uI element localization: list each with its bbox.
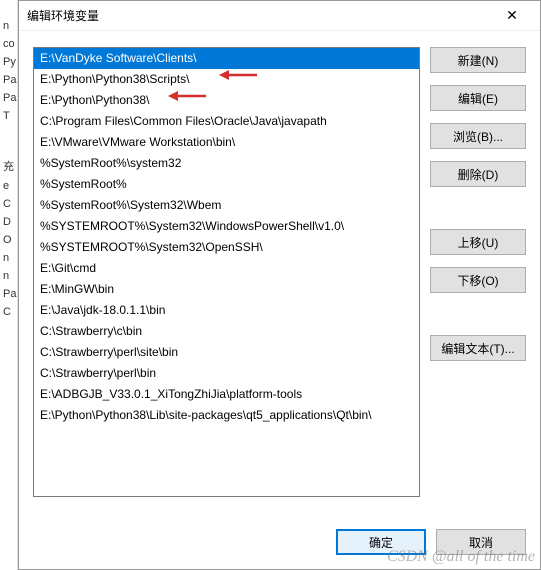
list-item[interactable]: E:\Java\jdk-18.0.1.1\bin xyxy=(34,300,419,321)
list-item[interactable]: %SystemRoot%\system32 xyxy=(34,153,419,174)
bg-label-fragment: co xyxy=(0,38,17,50)
bg-label-fragment: Pa xyxy=(0,74,17,86)
list-item[interactable]: C:\Strawberry\c\bin xyxy=(34,321,419,342)
list-item[interactable]: E:\Python\Python38\ xyxy=(34,90,419,111)
list-item[interactable]: E:\Python\Python38\Scripts\ xyxy=(34,69,419,90)
button-column: 新建(N) 编辑(E) 浏览(B)... 删除(D) 上移(U) 下移(O) 编… xyxy=(430,47,526,515)
close-icon[interactable]: ✕ xyxy=(492,2,532,30)
annotation-arrow-icon xyxy=(219,69,259,84)
list-item[interactable]: E:\Python\Python38\Lib\site-packages\qt5… xyxy=(34,405,419,426)
bg-label-fragment: C xyxy=(0,198,17,210)
bg-label-fragment: C xyxy=(0,306,17,318)
move-down-button[interactable]: 下移(O) xyxy=(430,267,526,293)
delete-button[interactable]: 删除(D) xyxy=(430,161,526,187)
list-item[interactable]: C:\Strawberry\perl\bin xyxy=(34,363,419,384)
bg-label-fragment: T xyxy=(0,110,17,122)
background-window-strip: ncoPyPaPaT充eCDOnnPaC xyxy=(0,0,18,570)
cancel-button[interactable]: 取消 xyxy=(436,529,526,555)
list-item[interactable]: %SystemRoot% xyxy=(34,174,419,195)
new-button[interactable]: 新建(N) xyxy=(430,47,526,73)
edit-text-button[interactable]: 编辑文本(T)... xyxy=(430,335,526,361)
bg-label-fragment: n xyxy=(0,252,17,264)
list-item[interactable]: E:\VMware\VMware Workstation\bin\ xyxy=(34,132,419,153)
list-item[interactable]: %SYSTEMROOT%\System32\WindowsPowerShell\… xyxy=(34,216,419,237)
bg-label-fragment: e xyxy=(0,180,17,192)
window-title: 编辑环境变量 xyxy=(27,7,492,24)
bg-label-fragment: D xyxy=(0,216,17,228)
list-item[interactable]: C:\Program Files\Common Files\Oracle\Jav… xyxy=(34,111,419,132)
ok-button[interactable]: 确定 xyxy=(336,529,426,555)
edit-env-dialog: 编辑环境变量 ✕ E:\VanDyke Software\Clients\E:\… xyxy=(18,0,541,570)
bg-label-fragment: n xyxy=(0,270,17,282)
dialog-footer: 确定 取消 xyxy=(19,519,540,569)
bg-label-fragment: 充 xyxy=(0,158,17,174)
bg-label-fragment: O xyxy=(0,234,17,246)
bg-label-fragment: Pa xyxy=(0,288,17,300)
titlebar: 编辑环境变量 ✕ xyxy=(19,1,540,31)
list-item[interactable]: %SYSTEMROOT%\System32\OpenSSH\ xyxy=(34,237,419,258)
move-up-button[interactable]: 上移(U) xyxy=(430,229,526,255)
list-item[interactable]: E:\VanDyke Software\Clients\ xyxy=(34,48,419,69)
list-item[interactable]: C:\Strawberry\perl\site\bin xyxy=(34,342,419,363)
bg-label-fragment: Pa xyxy=(0,92,17,104)
bg-label-fragment: Py xyxy=(0,56,17,68)
list-item[interactable]: %SystemRoot%\System32\Wbem xyxy=(34,195,419,216)
edit-button[interactable]: 编辑(E) xyxy=(430,85,526,111)
annotation-arrow-icon xyxy=(168,90,208,105)
dialog-content: E:\VanDyke Software\Clients\E:\Python\Py… xyxy=(19,31,540,519)
path-listbox[interactable]: E:\VanDyke Software\Clients\E:\Python\Py… xyxy=(33,47,420,497)
list-item[interactable]: E:\ADBGJB_V33.0.1_XiTongZhiJia\platform-… xyxy=(34,384,419,405)
list-item[interactable]: E:\MinGW\bin xyxy=(34,279,419,300)
list-item[interactable]: E:\Git\cmd xyxy=(34,258,419,279)
bg-label-fragment: n xyxy=(0,20,17,32)
browse-button[interactable]: 浏览(B)... xyxy=(430,123,526,149)
